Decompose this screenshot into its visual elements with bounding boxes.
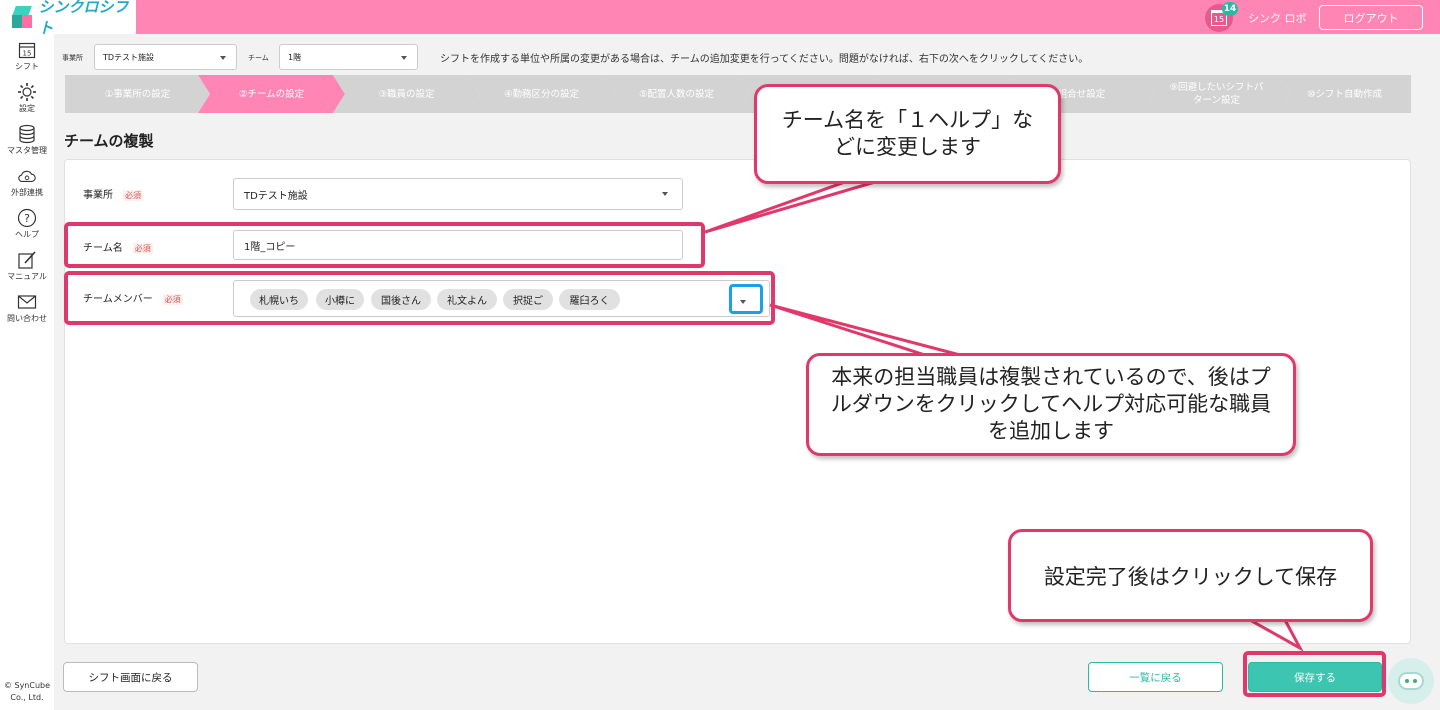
filter-office-label: 事業所 [62, 54, 83, 62]
sidebar-item-help[interactable]: ? ヘルプ [0, 208, 54, 240]
step-2[interactable]: ②チームの設定 [198, 75, 345, 113]
back-to-list-button[interactable]: 一覧に戻る [1088, 662, 1223, 692]
office-select[interactable]: TDテスト施設 [233, 178, 683, 210]
step-4[interactable]: ④勤務区分の設定 [468, 75, 615, 113]
logo-text: シンクロシフト [38, 0, 129, 37]
logout-button[interactable]: ログアウト [1319, 5, 1423, 30]
member-chip[interactable]: 礼文よん [437, 289, 497, 310]
callout-rename: チーム名を「１ヘルプ」などに変更します [754, 84, 1061, 184]
help-icon: ? [17, 208, 37, 228]
app-header: シンクロシフト 15 14 シンク ロボ ログアウト [0, 0, 1440, 37]
gear-icon [17, 82, 37, 102]
sidebar-item-master[interactable]: マスタ管理 [0, 124, 54, 156]
save-button[interactable]: 保存する [1248, 662, 1382, 692]
member-chip[interactable]: 択捉ご [503, 289, 553, 310]
filter-office-select[interactable]: TDテスト施設 [94, 44, 237, 70]
sidebar-item-integration[interactable]: 外部連携 [0, 166, 54, 198]
cloud-icon [17, 166, 37, 186]
filter-team-label: チーム [248, 54, 269, 62]
required-badge: 必須 [123, 190, 143, 201]
database-icon [17, 124, 37, 144]
logo-cube-icon [10, 4, 32, 30]
member-chip[interactable]: 羅臼ろく [559, 289, 620, 310]
sidebar-item-manual[interactable]: マニュアル [0, 250, 54, 282]
user-name: シンク ロボ [1248, 12, 1307, 25]
member-chip[interactable]: 札幌いち [250, 289, 308, 310]
notification-badge: 14 [1222, 2, 1238, 16]
chevron-down-icon [401, 56, 407, 60]
required-badge: 必須 [132, 243, 153, 254]
back-to-shift-button[interactable]: シフト画面に戻る [63, 662, 198, 692]
svg-text:15: 15 [23, 50, 32, 58]
member-chip[interactable]: 小樽に [316, 289, 364, 310]
office-field-label: 事業所 必須 [83, 190, 143, 201]
setup-stepper: ①事業所の設定 ②チームの設定 ③職員の設定 ④勤務区分の設定 ⑤配置人数の設定… [65, 75, 1411, 113]
callout-members: 本来の担当職員は複製されているので、後はプルダウンをクリックしてヘルプ対応可能な… [806, 353, 1296, 456]
members-dropdown-button[interactable] [729, 284, 763, 314]
callout-save: 設定完了後はクリックして保存 [1008, 529, 1373, 622]
sidebar-item-contact[interactable]: 問い合わせ [0, 292, 54, 324]
chevron-down-icon [220, 56, 226, 60]
edit-icon [17, 250, 37, 270]
sidebar: 15 シフト 設定 マスタ管理 外部連携 ? ヘルプ マニュアル 問い合わせ ©… [0, 34, 54, 710]
step-5[interactable]: ⑤配置人数の設定 [603, 75, 750, 113]
team-name-input[interactable]: 1階_コピー [233, 230, 683, 260]
sidebar-item-shift[interactable]: 15 シフト [0, 40, 54, 72]
step-9[interactable]: ⑨回避したいシフトパターン設定 [1143, 75, 1290, 113]
team-name-field-label: チーム名 必須 [83, 243, 153, 254]
team-members-field-label: チームメンバー 必須 [83, 294, 183, 305]
step-3[interactable]: ③職員の設定 [333, 75, 480, 113]
calendar-icon: 15 [17, 40, 37, 60]
page-title: チームの複製 [64, 132, 154, 150]
svg-text:?: ? [24, 212, 30, 225]
mail-icon [17, 292, 37, 312]
member-chip[interactable]: 国後さん [371, 289, 431, 310]
step-10[interactable]: ⑩シフト自動作成 [1278, 75, 1411, 113]
instruction-notice: シフトを作成する単位や所属の変更がある場合は、チームの追加変更を行ってください。… [440, 54, 1089, 65]
copyright: © SynCube Co., Ltd. [3, 681, 51, 702]
chevron-down-icon [662, 192, 668, 196]
team-members-select[interactable]: 札幌いち 小樽に 国後さん 礼文よん 択捉ご 羅臼ろく [233, 280, 770, 317]
filter-team-select[interactable]: 1階 [279, 44, 418, 70]
logo[interactable]: シンクロシフト [0, 0, 136, 37]
sidebar-item-settings[interactable]: 設定 [0, 82, 54, 114]
assistant-robot-icon[interactable] [1388, 658, 1434, 704]
step-1[interactable]: ①事業所の設定 [65, 75, 210, 113]
chevron-down-icon [740, 300, 746, 304]
required-badge: 必須 [162, 294, 183, 305]
